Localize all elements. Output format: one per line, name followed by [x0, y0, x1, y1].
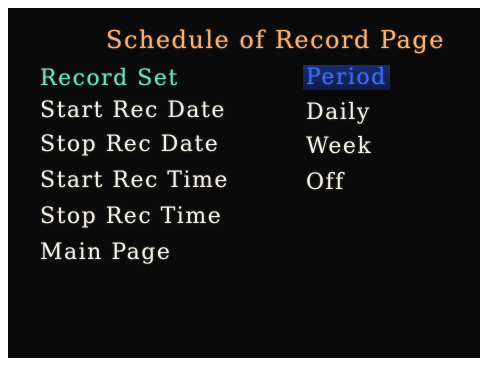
menu-item-start-rec-time[interactable]: Start Rec Time — [40, 168, 229, 193]
menu-item-record-set[interactable]: Record Set — [40, 66, 179, 91]
menu-item-stop-rec-date[interactable]: Stop Rec Date — [40, 132, 219, 157]
osd-screen: Schedule of Record Page Record Set Start… — [8, 8, 480, 358]
record-mode-option-period[interactable]: Period — [303, 65, 390, 90]
page-title: Schedule of Record Page — [106, 26, 445, 54]
menu-item-stop-rec-time[interactable]: Stop Rec Time — [40, 204, 222, 229]
menu-item-start-rec-date[interactable]: Start Rec Date — [40, 98, 226, 123]
record-mode-option-daily[interactable]: Daily — [306, 100, 371, 125]
record-mode-option-week[interactable]: Week — [306, 134, 372, 159]
menu-item-main-page[interactable]: Main Page — [40, 240, 171, 265]
record-mode-option-off[interactable]: Off — [306, 170, 345, 195]
